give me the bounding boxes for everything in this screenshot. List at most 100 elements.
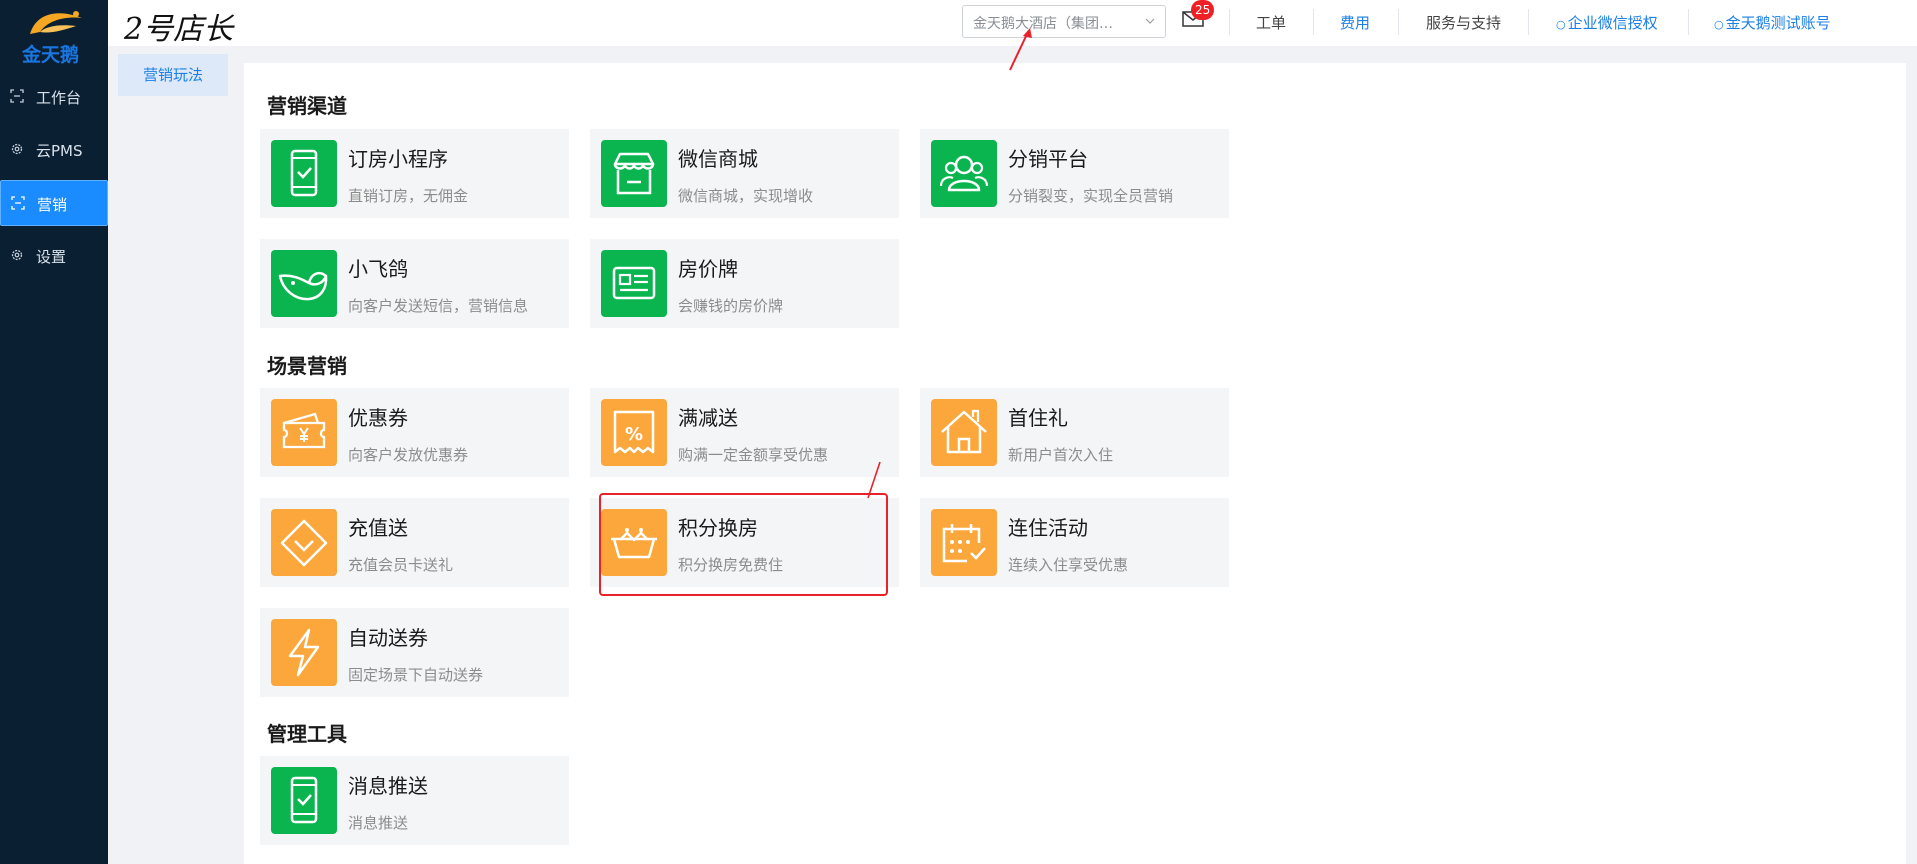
card-coupon[interactable]: 优惠券 向客户发放优惠券 (260, 388, 569, 477)
card-icon-bg (271, 509, 337, 576)
phone-check-icon (290, 149, 318, 197)
wecom-auth-link[interactable]: ○ 企业微信授权 (1556, 12, 1658, 33)
card-icon-bg (601, 250, 667, 317)
user-icon: ○ (1556, 18, 1566, 31)
gear-icon (11, 249, 23, 261)
brand-title: 2号店长 (124, 12, 234, 47)
header-divider (1313, 9, 1314, 35)
arrow-annotation-icon (867, 461, 881, 499)
card-title: 小飞鸽 (348, 257, 408, 281)
card-icon-bg (271, 250, 337, 317)
coupon-icon (282, 412, 326, 449)
card-icon-bg: % (601, 399, 667, 466)
card-title: 订房小程序 (348, 147, 448, 171)
card-desc: 向客户发送短信，营销信息 (348, 297, 529, 315)
card-price-board[interactable]: 房价牌 会赚钱的房价牌 (590, 239, 899, 328)
card-desc: 充值会员卡送礼 (348, 556, 454, 574)
card-title: 满减送 (678, 406, 738, 430)
card-desc: 连续入住享受优惠 (1008, 556, 1129, 574)
secondary-nav: 营销玩法 (108, 46, 228, 864)
arrow-annotation-icon (1009, 28, 1032, 71)
card-icon-bg (271, 767, 337, 834)
card-consecutive-stay[interactable]: 连住活动 连续入住享受优惠 (920, 498, 1229, 587)
section-title-tools: 管理工具 (267, 722, 347, 746)
sidebar-item-marketing[interactable]: 营销 (0, 180, 108, 226)
card-icon-bg (931, 509, 997, 576)
card-title: 充值送 (348, 516, 408, 540)
card-desc: 直销订房，无佣金 (348, 187, 469, 205)
sidebar-item-label: 云PMS (36, 142, 83, 160)
card-desc: 会赚钱的房价牌 (678, 297, 784, 315)
wecom-auth-label: 企业微信授权 (1567, 14, 1658, 32)
card-desc: 消息推送 (348, 814, 409, 832)
card-desc: 固定场景下自动送券 (348, 666, 484, 684)
service-support-link[interactable]: 服务与支持 (1426, 12, 1501, 33)
card-icon-bg (271, 619, 337, 686)
price-board-icon (612, 266, 656, 300)
svg-text:%: % (625, 424, 643, 445)
card-title: 房价牌 (678, 257, 738, 281)
subnav-item-marketing-play[interactable]: 营销玩法 (118, 54, 228, 96)
sidebar: 金天鹅 工作台 云PMS 营销 设置 (0, 0, 108, 864)
sidebar-item-cloud-pms[interactable]: 云PMS (0, 127, 108, 173)
sidebar-item-label: 设置 (36, 248, 67, 266)
discount-icon: % (613, 410, 655, 454)
bird-icon (278, 271, 328, 301)
hotel-select[interactable]: 金天鹅大酒店（集团… (962, 5, 1166, 38)
section-title-channels: 营销渠道 (267, 94, 347, 118)
card-title: 消息推送 (348, 774, 428, 798)
card-desc: 购满一定金额享受优惠 (678, 446, 829, 464)
card-title: 优惠券 (348, 406, 408, 430)
hotel-select-value: 金天鹅大酒店（集团… (973, 16, 1113, 32)
header-divider (1528, 9, 1529, 35)
header-divider (1398, 9, 1399, 35)
card-icon-bg (601, 140, 667, 207)
card-title: 连住活动 (1008, 516, 1088, 540)
ticket-link[interactable]: 工单 (1256, 12, 1286, 33)
card-distribution-platform[interactable]: 分销平台 分销裂变，实现全员营销 (920, 129, 1229, 218)
card-desc: 向客户发放优惠券 (348, 446, 469, 464)
card-wechat-mall[interactable]: 微信商城 微信商城，实现增收 (590, 129, 899, 218)
card-booking-miniprogram[interactable]: 订房小程序 直销订房，无佣金 (260, 129, 569, 218)
header-divider (1688, 9, 1689, 35)
card-full-reduction[interactable]: % 满减送 购满一定金额享受优惠 (590, 388, 899, 477)
store-icon (613, 152, 655, 195)
card-desc: 新用户首次入住 (1008, 446, 1114, 464)
card-icon-bg (271, 140, 337, 207)
card-first-stay-gift[interactable]: 首住礼 新用户首次入住 (920, 388, 1229, 477)
diamond-icon (280, 519, 328, 567)
header-divider (1229, 9, 1230, 35)
account-label: 金天鹅测试账号 (1725, 14, 1831, 32)
fees-link[interactable]: 费用 (1340, 12, 1370, 33)
phone-check-icon (290, 776, 318, 824)
logo-text: 金天鹅 (22, 44, 80, 66)
card-desc: 分销裂变，实现全员营销 (1008, 187, 1174, 205)
sidebar-item-settings[interactable]: 设置 (0, 233, 108, 279)
card-xiaofeige[interactable]: 小飞鸽 向客户发送短信，营销信息 (260, 239, 569, 328)
highlight-box-annotation (599, 493, 888, 596)
lightning-icon (288, 628, 320, 677)
card-title: 自动送券 (348, 626, 428, 650)
card-icon-bg (931, 140, 997, 207)
user-icon: ○ (1714, 18, 1724, 31)
card-icon-bg (931, 399, 997, 466)
calendar-check-icon (942, 524, 986, 563)
mail-badge: 25 (1191, 0, 1215, 20)
gear-icon (11, 143, 23, 155)
sidebar-item-label: 工作台 (36, 89, 82, 107)
card-title: 首住礼 (1008, 406, 1068, 430)
workbench-icon (10, 89, 24, 103)
sidebar-item-workbench[interactable]: 工作台 (0, 74, 108, 120)
card-message-push[interactable]: 消息推送 消息推送 (260, 756, 569, 845)
account-link[interactable]: ○ 金天鹅测试账号 (1714, 12, 1831, 33)
main-panel: 营销渠道 订房小程序 直销订房，无佣金 微信商城 微信商城，实现增收 分销平台 … (244, 63, 1906, 864)
logo[interactable]: 金天鹅 (0, 0, 108, 66)
card-icon-bg (271, 399, 337, 466)
card-auto-coupon[interactable]: 自动送券 固定场景下自动送券 (260, 608, 569, 697)
chevron-down-icon (1145, 18, 1155, 24)
house-icon (941, 409, 987, 454)
card-recharge-gift[interactable]: 充值送 充值会员卡送礼 (260, 498, 569, 587)
marketing-icon (11, 196, 25, 210)
card-title: 分销平台 (1008, 147, 1088, 171)
sidebar-item-label: 营销 (37, 196, 68, 214)
